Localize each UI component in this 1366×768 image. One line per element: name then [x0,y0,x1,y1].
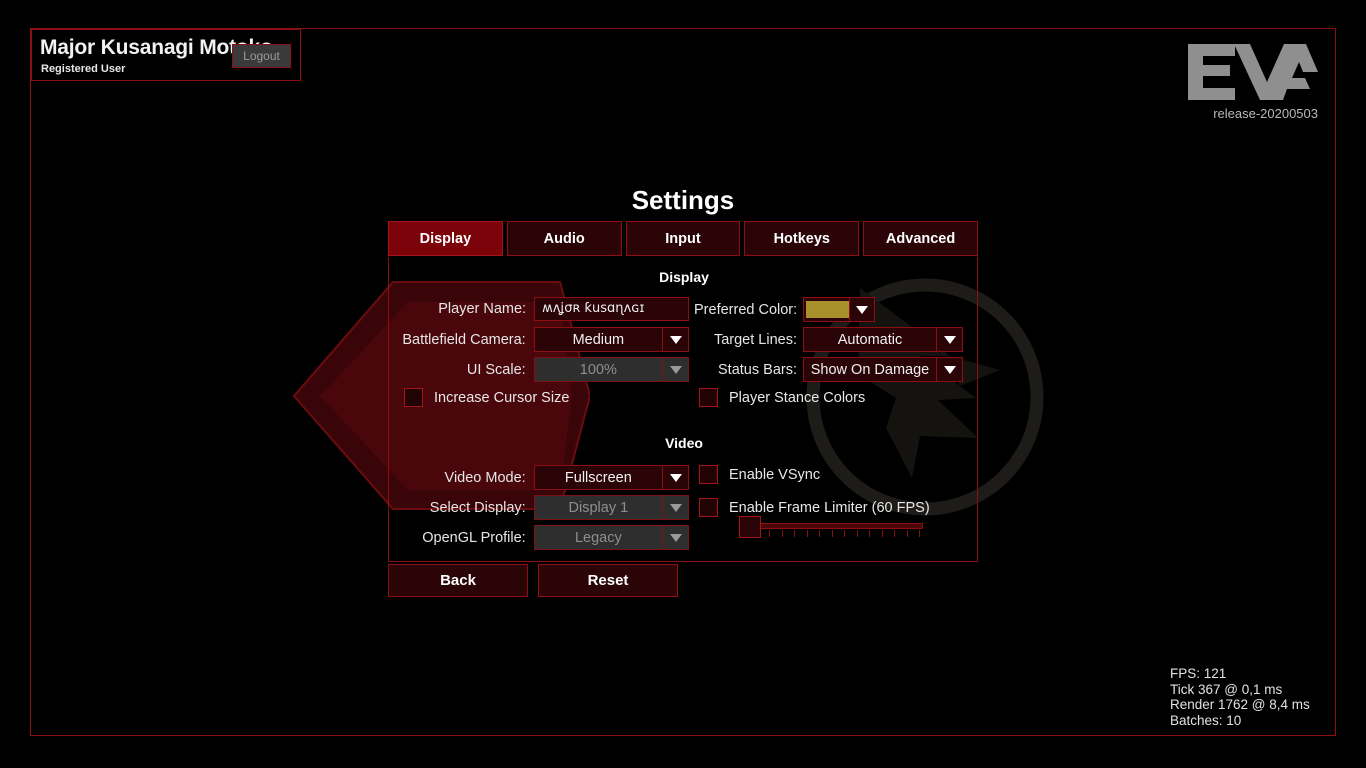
tab-hotkeys[interactable]: Hotkeys [744,221,860,256]
slider-track[interactable] [743,523,923,529]
color-swatch [806,301,849,318]
status-bars-value: Show On Damage [810,361,930,378]
opengl-profile-label: OpenGL Profile: [422,529,526,546]
stat-batches: Batches: 10 [1170,712,1242,728]
status-bars-label: Status Bars: [718,361,797,378]
performance-stats: FPS: 121 Tick 367 @ 0,1 ms Render 1762 @… [1170,666,1310,728]
enable-frame-limiter-checkbox[interactable] [699,498,718,517]
logout-button[interactable]: Logout [232,44,291,68]
chevron-down-icon [662,466,688,489]
video-section-heading: Video [665,435,703,451]
stat-fps: FPS: 121 [1170,666,1227,681]
chevron-down-icon [662,358,688,381]
release-version: release-20200503 [1213,106,1318,121]
player-stance-colors-label: Player Stance Colors [729,389,866,406]
player-name-label: Player Name: [438,301,527,317]
status-bars-row: Status Bars: Show On Damage [694,357,963,382]
select-display-select: Display 1 [533,495,689,520]
preferred-color-label: Preferred Color: [694,301,798,318]
select-display-label: Select Display: [429,499,526,516]
slider-ticks [744,530,922,537]
tab-audio[interactable]: Audio [506,221,622,256]
tab-advanced[interactable]: Advanced [863,221,978,256]
ui-scale-label: UI Scale: [466,361,526,378]
frame-limiter-slider[interactable] [735,516,923,540]
back-button[interactable]: Back [388,564,528,597]
user-role: Registered User [41,63,126,75]
enable-frame-limiter-row[interactable]: Enable Frame Limiter (60 FPS) [699,498,930,517]
status-bars-select[interactable]: Show On Damage [803,357,963,382]
target-lines-value: Automatic [837,331,903,348]
target-lines-row: Target Lines: Automatic [694,327,963,352]
settings-tabs: Display Audio Input Hotkeys Advanced [388,221,978,256]
preferred-color-row: Preferred Color: [694,297,875,322]
opengl-profile-row: OpenGL Profile: Legacy [389,525,689,550]
eva-logo-icon [1188,44,1318,100]
video-mode-value: Fullscreen [564,469,632,486]
stat-tick: Tick 367 @ 0,1 ms [1170,681,1283,697]
app-root: Major Kusanagi Motoko Registered User Lo… [0,0,1366,768]
slider-handle[interactable] [739,516,761,538]
increase-cursor-size-checkbox[interactable] [404,388,423,407]
increase-cursor-size-label: Increase Cursor Size [434,389,570,406]
tab-input[interactable]: Input [625,221,741,256]
select-display-row: Select Display: Display 1 [389,495,689,520]
ui-scale-value: 100% [579,361,617,378]
stat-render: Render 1762 @ 8,4 ms [1170,697,1310,712]
target-lines-label: Target Lines: [713,331,797,348]
preferred-color-picker[interactable] [803,297,875,322]
battlefield-camera-value: Medium [572,331,625,348]
battlefield-camera-row: Battlefield Camera: Medium [389,327,689,352]
ui-scale-select: 100% [533,357,689,382]
chevron-down-icon [849,298,874,321]
player-name-input[interactable]: ʍʌʝσʀ ƙusɑɳʌɢɪ [534,297,689,321]
page-title: Settings [631,185,735,215]
player-stance-colors-checkbox[interactable] [699,388,718,407]
opengl-profile-value: Legacy [574,529,622,546]
target-lines-select[interactable]: Automatic [803,327,963,352]
display-section-heading: Display [659,269,709,285]
enable-vsync-row[interactable]: Enable VSync [699,465,820,484]
video-mode-select[interactable]: Fullscreen [533,465,689,490]
chevron-down-icon [936,358,962,381]
enable-vsync-checkbox[interactable] [699,465,718,484]
video-mode-row: Video Mode: Fullscreen [389,465,689,490]
battlefield-camera-label: Battlefield Camera: [402,331,526,348]
chevron-down-icon [662,526,688,549]
chevron-down-icon [662,328,688,351]
chevron-down-icon [936,328,962,351]
enable-frame-limiter-label: Enable Frame Limiter (60 FPS) [729,499,930,516]
enable-vsync-label: Enable VSync [729,466,821,483]
player-name-row: Player Name: ʍʌʝσʀ ƙusɑɳʌɢɪ [389,297,689,321]
opengl-profile-select: Legacy [533,525,689,550]
select-display-value: Display 1 [568,499,629,516]
chevron-down-icon [662,496,688,519]
player-stance-colors-row[interactable]: Player Stance Colors [699,388,865,407]
video-mode-label: Video Mode: [444,469,526,486]
ui-scale-row: UI Scale: 100% [389,357,689,382]
increase-cursor-size-row[interactable]: Increase Cursor Size [404,388,569,407]
brand-block: release-20200503 [1186,44,1318,121]
tab-display[interactable]: Display [388,221,503,256]
reset-button[interactable]: Reset [538,564,678,597]
battlefield-camera-select[interactable]: Medium [533,327,689,352]
